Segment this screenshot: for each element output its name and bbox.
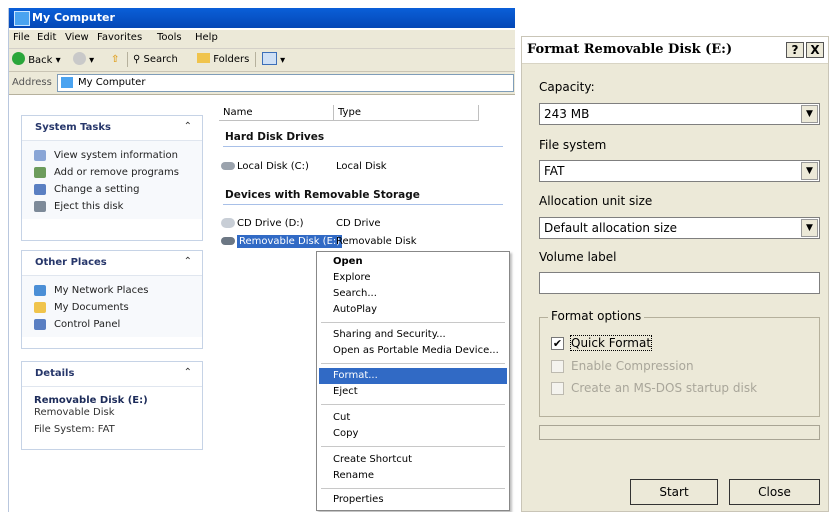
menu-tools[interactable]: Tools xyxy=(157,32,182,43)
menu-item-rename[interactable]: Rename xyxy=(319,468,507,484)
up-folder-icon[interactable]: ⇧ xyxy=(111,52,119,68)
task-add-remove-programs[interactable]: Add or remove programs xyxy=(22,164,202,181)
capacity-select[interactable]: 243 MB ▼ xyxy=(539,103,820,125)
details-type: Removable Disk xyxy=(34,407,115,418)
back-arrow-icon xyxy=(12,52,25,65)
format-dialog: Format Removable Disk (E:) ? X Capacity:… xyxy=(521,36,829,512)
control-panel-icon xyxy=(34,184,46,195)
window-title: My Computer xyxy=(32,11,115,24)
eject-icon xyxy=(34,201,46,212)
forward-arrow-icon xyxy=(73,52,86,65)
menu-item-open-portable-media[interactable]: Open as Portable Media Device... xyxy=(319,343,507,359)
menu-item-search[interactable]: Search... xyxy=(319,286,507,302)
search-icon: ⚲ xyxy=(133,54,141,65)
column-header-name[interactable]: Name xyxy=(219,105,334,121)
dialog-title-bar[interactable]: Format Removable Disk (E:) ? X xyxy=(522,37,828,64)
menu-edit[interactable]: Edit xyxy=(37,32,56,43)
place-my-documents[interactable]: My Documents xyxy=(22,299,202,316)
forward-button[interactable]: ▾ xyxy=(73,52,94,68)
explorer-title-bar[interactable]: My Computer xyxy=(9,8,515,28)
control-panel-icon xyxy=(34,319,46,330)
address-value: My Computer xyxy=(78,77,146,88)
add-remove-programs-icon xyxy=(34,167,46,178)
place-my-network-places[interactable]: My Network Places xyxy=(22,282,202,299)
allocation-unit-select[interactable]: Default allocation size ▼ xyxy=(539,217,820,239)
menu-item-properties[interactable]: Properties xyxy=(319,492,507,508)
menu-view[interactable]: View xyxy=(65,32,89,43)
menu-item-explore[interactable]: Explore xyxy=(319,270,507,286)
column-header-type[interactable]: Type xyxy=(334,105,479,121)
group-hard-disk-drives: Hard Disk Drives xyxy=(225,131,325,143)
collapse-chevron-icon[interactable]: ⌃ xyxy=(184,121,192,132)
system-info-icon xyxy=(34,150,46,161)
menu-item-eject[interactable]: Eject xyxy=(319,384,507,400)
cd-drive-icon xyxy=(221,218,235,228)
place-control-panel[interactable]: Control Panel xyxy=(22,316,202,333)
network-places-icon xyxy=(34,285,46,296)
file-system-label: File system xyxy=(539,138,607,152)
views-icon xyxy=(262,52,277,65)
format-progress-bar xyxy=(539,425,820,440)
file-system-select[interactable]: FAT ▼ xyxy=(539,160,820,182)
allocation-unit-label: Allocation unit size xyxy=(539,194,653,208)
menu-favorites[interactable]: Favorites xyxy=(97,32,142,43)
system-tasks-panel: System Tasks ⌃ View system information A… xyxy=(21,115,203,241)
menu-item-cut[interactable]: Cut xyxy=(319,410,507,426)
dialog-title: Format Removable Disk (E:) xyxy=(527,42,733,57)
collapse-chevron-icon[interactable]: ⌃ xyxy=(184,256,192,267)
task-view-system-info[interactable]: View system information xyxy=(22,147,202,164)
format-options-group: Format options ✔ Quick Format Enable Com… xyxy=(539,309,820,417)
close-button[interactable]: Close xyxy=(729,479,820,505)
back-button[interactable]: Back ▾ xyxy=(12,52,61,68)
details-header[interactable]: Details ⌃ xyxy=(22,362,202,387)
address-bar: Address My Computer xyxy=(9,72,515,95)
chevron-down-icon[interactable]: ▼ xyxy=(801,105,818,123)
views-button[interactable]: ▾ xyxy=(262,52,285,68)
system-tasks-header[interactable]: System Tasks ⌃ xyxy=(22,116,202,141)
menu-file[interactable]: File xyxy=(13,32,30,43)
task-eject-disk[interactable]: Eject this disk xyxy=(22,198,202,215)
standard-toolbar: Back ▾ ▾ ⇧ ⚲ Search Folders ▾ xyxy=(9,49,515,72)
folders-button[interactable]: Folders xyxy=(197,52,249,68)
volume-label-label: Volume label xyxy=(539,250,617,264)
removable-disk-icon xyxy=(221,237,235,245)
other-places-panel: Other Places ⌃ My Network Places My Docu… xyxy=(21,250,203,349)
close-icon[interactable]: X xyxy=(806,42,824,58)
task-pane: System Tasks ⌃ View system information A… xyxy=(9,95,209,512)
details-panel: Details ⌃ Removable Disk (E:) Removable … xyxy=(21,361,203,450)
my-computer-icon xyxy=(14,11,30,26)
documents-folder-icon xyxy=(34,302,46,313)
explorer-window: My Computer File Edit View Favorites Too… xyxy=(8,8,515,512)
menu-item-open[interactable]: Open xyxy=(319,254,507,270)
menu-item-create-shortcut[interactable]: Create Shortcut xyxy=(319,452,507,468)
folder-icon xyxy=(197,53,210,63)
menu-item-copy[interactable]: Copy xyxy=(319,426,507,442)
context-menu: Open Explore Search... AutoPlay Sharing … xyxy=(316,251,510,511)
volume-label-input[interactable] xyxy=(539,272,820,294)
chevron-down-icon[interactable]: ▼ xyxy=(801,219,818,237)
my-computer-icon xyxy=(61,77,73,88)
address-label: Address xyxy=(12,77,52,88)
collapse-chevron-icon[interactable]: ⌃ xyxy=(184,367,192,378)
help-button[interactable]: ? xyxy=(786,42,804,58)
start-button[interactable]: Start xyxy=(630,479,718,505)
other-places-header[interactable]: Other Places ⌃ xyxy=(22,251,202,276)
checkmark-icon[interactable]: ✔ xyxy=(551,337,564,350)
task-change-setting[interactable]: Change a setting xyxy=(22,181,202,198)
menu-item-format[interactable]: Format... xyxy=(319,368,507,384)
menu-item-autoplay[interactable]: AutoPlay xyxy=(319,302,507,318)
details-file-system: File System: FAT xyxy=(34,424,115,435)
menu-help[interactable]: Help xyxy=(195,32,218,43)
group-removable-storage: Devices with Removable Storage xyxy=(225,189,420,201)
search-button[interactable]: ⚲ Search xyxy=(133,52,178,68)
format-options-legend: Format options xyxy=(548,309,645,323)
address-input[interactable]: My Computer xyxy=(57,74,514,92)
capacity-label: Capacity: xyxy=(539,80,595,94)
details-name: Removable Disk (E:) xyxy=(34,395,148,406)
chevron-down-icon[interactable]: ▼ xyxy=(801,162,818,180)
hard-drive-icon xyxy=(221,162,235,170)
menu-item-sharing-security[interactable]: Sharing and Security... xyxy=(319,327,507,343)
menu-bar: File Edit View Favorites Tools Help xyxy=(9,30,515,49)
